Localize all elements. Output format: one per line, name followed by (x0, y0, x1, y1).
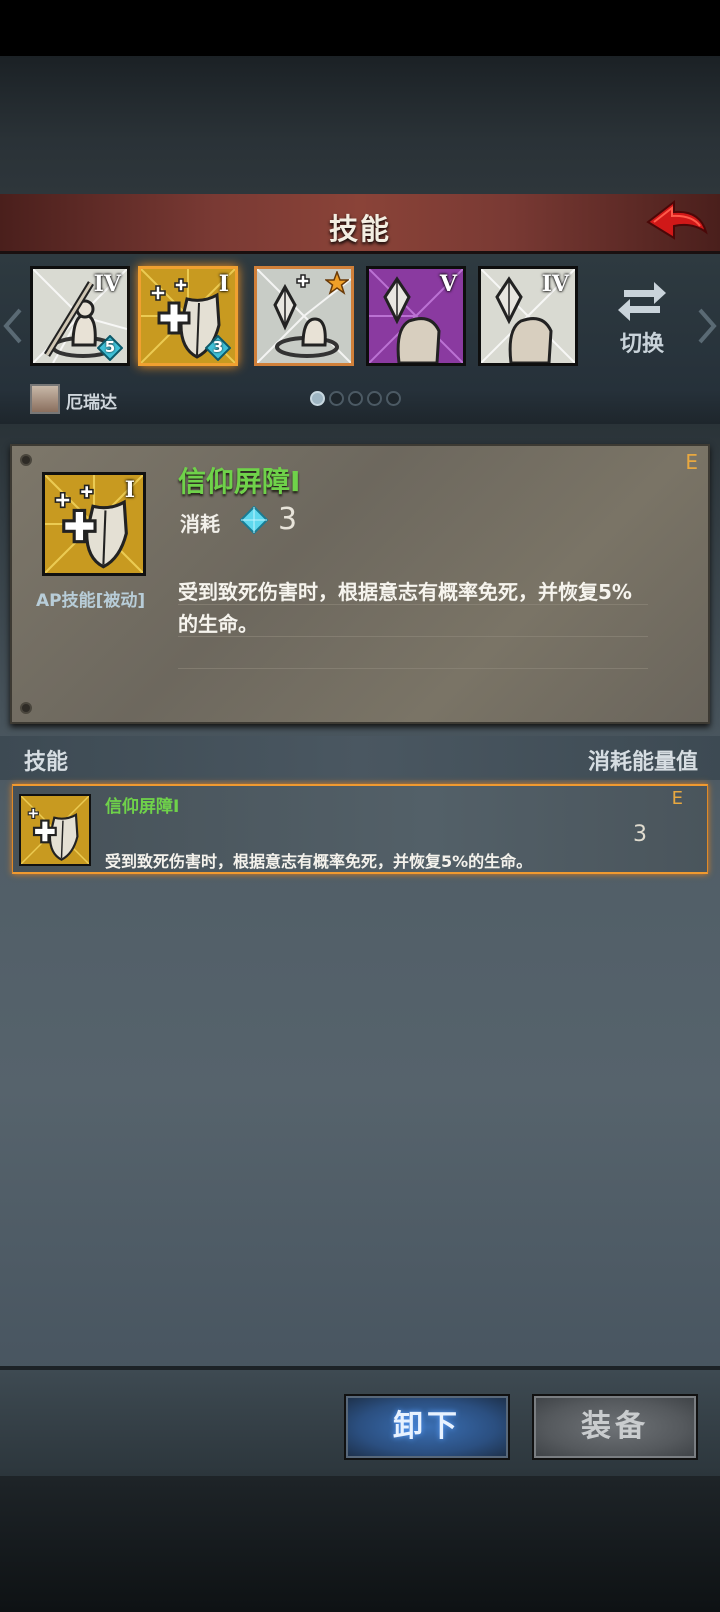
unequip-button[interactable]: 卸下 (344, 1394, 510, 1460)
gem-badge-icon: 3 (204, 334, 232, 362)
gem-badge-count: 5 (104, 338, 116, 356)
detail-skill-icon: I (42, 472, 146, 576)
skill-rank: IV (93, 271, 121, 297)
skill-slot-5[interactable]: IV (478, 266, 578, 366)
skill-description: 受到致死伤害时，根据意志有概率免死，并恢复5%的生命。 (178, 580, 632, 636)
list-item[interactable]: 信仰屏障Ⅰ E 3 受到致死伤害时，根据意志有概率免死，并恢复5%的生命。 (12, 784, 708, 874)
gem-badge-icon: 5 (96, 334, 124, 362)
list-header-skill: 技能 (24, 750, 69, 775)
page-dot[interactable] (348, 391, 363, 406)
cost-label: 消耗 (180, 512, 220, 536)
skill-slot-4[interactable]: V (366, 266, 466, 366)
rivet-icon (20, 702, 32, 714)
upper-background (0, 56, 720, 196)
page-indicator (310, 391, 405, 407)
list-skill-grade: E (671, 788, 683, 809)
skill-slot-2[interactable]: I 3 (138, 266, 238, 366)
prev-arrow-icon[interactable] (2, 306, 24, 346)
swap-arrows-icon (618, 282, 666, 321)
action-bar: 卸下 装备 (0, 1366, 720, 1476)
list-header-cost: 消耗能量值 (587, 750, 698, 775)
page-dot[interactable] (310, 391, 325, 406)
skill-rank: V (439, 271, 457, 297)
page-dot[interactable] (329, 391, 344, 406)
rivet-icon (20, 454, 32, 466)
skill-type: AP技能[被动] (36, 591, 146, 611)
star-icon (323, 269, 351, 295)
cost-value: 3 (278, 502, 298, 537)
page-title: 技能 (328, 212, 391, 246)
list-skill-icon (19, 794, 91, 866)
avatar (30, 384, 60, 414)
skill-grade: E (685, 450, 698, 474)
skill-slot-1[interactable]: IV 5 (30, 266, 130, 366)
switch-label: 切换 (619, 332, 664, 357)
skill-rank: IV (541, 271, 569, 297)
list-skill-cost: 3 (633, 822, 647, 847)
page-dot[interactable] (386, 391, 401, 406)
list-skill-name: 信仰屏障Ⅰ (105, 797, 180, 817)
page-dot[interactable] (367, 391, 382, 406)
list-header: 技能 消耗能量值 (0, 736, 720, 780)
status-bar-area (0, 0, 720, 56)
character-name: 厄瑞达 (66, 393, 117, 413)
back-arrow-icon[interactable] (644, 198, 710, 248)
skill-slot-3[interactable] (254, 266, 354, 366)
bottom-area (0, 1476, 720, 1612)
skill-selector: IV 5 I 3 V IV 切换 厄瑞达 (0, 254, 720, 424)
shield-heal-icon (21, 796, 89, 864)
next-arrow-icon[interactable] (696, 306, 718, 346)
energy-gem-icon (239, 505, 269, 535)
skill-name: 信仰屏障Ⅰ (178, 465, 301, 498)
gem-badge-count: 3 (212, 338, 224, 356)
skill-rank: I (124, 477, 135, 503)
skill-rank: I (218, 271, 229, 297)
list-skill-description: 受到致死伤害时，根据意志有概率免死，并恢复5%的生命。 (105, 852, 533, 871)
equip-button[interactable]: 装备 (532, 1394, 698, 1460)
title-bar: 技能 (0, 194, 720, 254)
skill-detail-card: E I AP技能[被动] 信仰屏障Ⅰ 消耗 3 受到致死伤害时，根据意志有概率免… (10, 444, 710, 724)
switch-button[interactable]: 切换 (610, 278, 674, 358)
